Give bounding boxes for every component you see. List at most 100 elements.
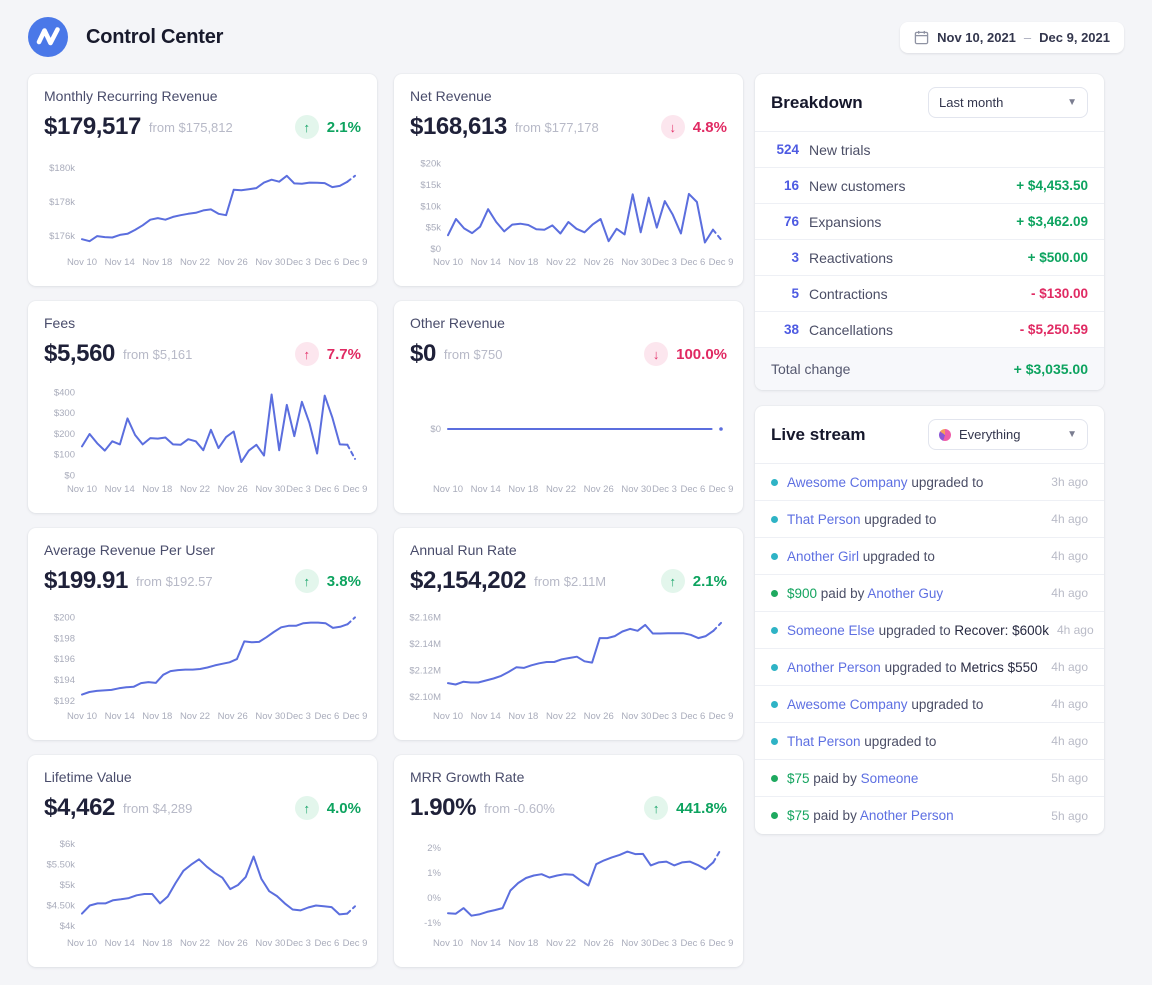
svg-text:Nov 18: Nov 18	[142, 484, 172, 495]
customer-link[interactable]: That Person	[787, 512, 861, 527]
event-text-segment: Recover: $600k	[954, 623, 1049, 638]
event-text: Another Person upgraded to Metrics $550	[787, 660, 1038, 675]
metric-value: $0	[410, 340, 436, 368]
metric-card-arpu: Average Revenue Per User $199.91 from $1…	[28, 528, 377, 740]
customer-link[interactable]: Another Person	[860, 808, 954, 823]
breakdown-period-select[interactable]: Last month ▼	[928, 87, 1088, 118]
event-time: 5h ago	[1043, 771, 1088, 785]
metric-previous-value: from $750	[444, 347, 503, 362]
svg-text:$200: $200	[54, 612, 75, 623]
page-title: Control Center	[86, 26, 223, 49]
svg-text:Dec 6: Dec 6	[680, 484, 705, 495]
svg-text:Nov 14: Nov 14	[105, 257, 135, 268]
svg-text:Nov 18: Nov 18	[142, 938, 172, 949]
breakdown-amount: + $500.00	[1028, 250, 1088, 265]
svg-text:Nov 14: Nov 14	[471, 257, 501, 268]
metric-title: Other Revenue	[410, 315, 727, 331]
metric-title: MRR Growth Rate	[410, 769, 727, 785]
svg-text:Dec 9: Dec 9	[709, 484, 734, 495]
customer-link[interactable]: Another Guy	[867, 586, 943, 601]
app-logo-icon[interactable]	[28, 17, 68, 57]
livestream-item: Someone Else upgraded to Recover: $600k …	[755, 612, 1104, 649]
event-time: 4h ago	[1043, 697, 1088, 711]
svg-text:Nov 22: Nov 22	[546, 938, 576, 949]
svg-text:Nov 26: Nov 26	[584, 938, 614, 949]
livestream-item: $75 paid by Someone 5h ago	[755, 760, 1104, 797]
event-text: Another Girl upgraded to	[787, 549, 935, 564]
metric-chart: $400$300$200$100$0Nov 10Nov 14Nov 18Nov …	[44, 372, 361, 496]
customer-link[interactable]: Someone Else	[787, 623, 875, 638]
customer-link[interactable]: Awesome Company	[787, 697, 908, 712]
customer-link[interactable]: That Person	[787, 734, 861, 749]
livestream-filter-value: Everything	[959, 427, 1020, 442]
payment-amount[interactable]: $75	[787, 771, 810, 786]
event-text-segment: Metrics $550	[960, 660, 1037, 675]
svg-text:$6k: $6k	[60, 839, 76, 850]
svg-text:$194: $194	[54, 675, 75, 686]
svg-text:Nov 10: Nov 10	[433, 257, 463, 268]
svg-text:Nov 14: Nov 14	[105, 711, 135, 722]
event-text-segment: paid by	[817, 586, 867, 601]
arrow-up-icon: ↑	[295, 115, 319, 139]
svg-text:$5k: $5k	[426, 223, 442, 234]
metric-title: Annual Run Rate	[410, 542, 727, 558]
breakdown-count: 524	[771, 142, 799, 157]
livestream-item: That Person upgraded to 4h ago	[755, 723, 1104, 760]
livestream-filter-select[interactable]: Everything ▼	[928, 419, 1088, 450]
svg-text:Dec 9: Dec 9	[709, 711, 734, 722]
svg-text:Dec 3: Dec 3	[286, 484, 311, 495]
svg-text:Nov 18: Nov 18	[508, 711, 538, 722]
svg-text:Nov 14: Nov 14	[471, 484, 501, 495]
metric-previous-value: from $2.11M	[534, 574, 606, 589]
svg-text:Dec 9: Dec 9	[343, 938, 368, 949]
svg-text:Nov 14: Nov 14	[105, 938, 135, 949]
change-badge: ↑ 4.0%	[295, 796, 361, 820]
event-text-segment: upgraded to	[861, 734, 937, 749]
metric-previous-value: from $177,178	[515, 120, 599, 135]
svg-text:$100: $100	[54, 450, 75, 461]
payment-amount[interactable]: $900	[787, 586, 817, 601]
svg-text:$400: $400	[54, 388, 75, 399]
svg-text:Dec 9: Dec 9	[709, 257, 734, 268]
customer-link[interactable]: Another Person	[787, 660, 881, 675]
date-range-separator: –	[1024, 30, 1031, 45]
svg-text:Nov 14: Nov 14	[105, 484, 135, 495]
svg-text:Nov 30: Nov 30	[255, 484, 285, 495]
metric-title: Fees	[44, 315, 361, 331]
svg-text:Nov 10: Nov 10	[67, 257, 97, 268]
customer-link[interactable]: Awesome Company	[787, 475, 908, 490]
breakdown-row: 16 New customers + $4,453.50	[755, 168, 1104, 204]
livestream-item: Another Girl upgraded to 4h ago	[755, 538, 1104, 575]
date-range-start: Nov 10, 2021	[937, 30, 1016, 45]
event-text-segment: upgraded to	[908, 475, 984, 490]
svg-text:Nov 18: Nov 18	[142, 257, 172, 268]
arrow-up-icon: ↑	[295, 796, 319, 820]
svg-text:$5k: $5k	[60, 880, 76, 891]
svg-text:Dec 3: Dec 3	[286, 938, 311, 949]
svg-text:Nov 10: Nov 10	[67, 938, 97, 949]
chevron-down-icon: ▼	[1067, 429, 1077, 440]
customer-link[interactable]: Another Girl	[787, 549, 859, 564]
breakdown-label: New customers	[809, 178, 905, 194]
metric-previous-value: from $175,812	[149, 120, 233, 135]
breakdown-amount: + $4,453.50	[1016, 178, 1088, 193]
metric-title: Monthly Recurring Revenue	[44, 88, 361, 104]
payment-amount[interactable]: $75	[787, 808, 810, 823]
customer-link[interactable]: Someone	[861, 771, 919, 786]
livestream-item: $900 paid by Another Guy 4h ago	[755, 575, 1104, 612]
date-range-picker[interactable]: Nov 10, 2021 – Dec 9, 2021	[900, 22, 1124, 53]
svg-text:Dec 6: Dec 6	[314, 257, 339, 268]
change-badge: ↑ 3.8%	[295, 569, 361, 593]
breakdown-row: 76 Expansions + $3,462.09	[755, 204, 1104, 240]
event-text: $900 paid by Another Guy	[787, 586, 943, 601]
svg-text:Dec 3: Dec 3	[652, 484, 677, 495]
breakdown-row: 5 Contractions - $130.00	[755, 276, 1104, 312]
metric-chart: $2.16M$2.14M$2.12M$2.10MNov 10Nov 14Nov …	[410, 599, 727, 723]
svg-text:Nov 30: Nov 30	[621, 938, 651, 949]
svg-text:Dec 9: Dec 9	[709, 938, 734, 949]
event-time: 4h ago	[1043, 586, 1088, 600]
metric-previous-value: from -0.60%	[484, 801, 555, 816]
svg-text:Dec 3: Dec 3	[286, 711, 311, 722]
event-time: 4h ago	[1043, 734, 1088, 748]
svg-text:0%: 0%	[427, 893, 441, 904]
